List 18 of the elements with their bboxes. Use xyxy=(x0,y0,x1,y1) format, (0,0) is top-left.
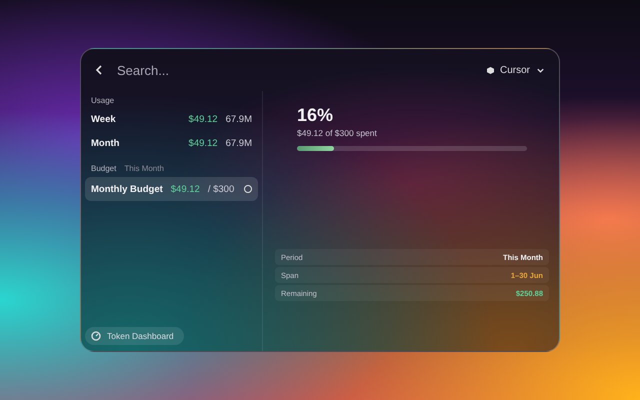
usage-tokens: 67.9M xyxy=(226,138,252,148)
usage-label: Week xyxy=(91,114,117,124)
usage-label: Month xyxy=(91,138,120,148)
usage-tokens: 67.9M xyxy=(226,114,252,124)
spent-caption: $49.12 of $300 spent xyxy=(297,128,378,138)
percent-text: 16% xyxy=(297,105,334,126)
section-heading: Usage xyxy=(91,96,114,104)
budget-item[interactable]: Monthly Budget $49.12 / $300 xyxy=(85,177,258,201)
usage-cost: $49.12 xyxy=(188,114,218,124)
budget-label: Monthly Budget xyxy=(91,184,163,194)
period-label: This Month xyxy=(124,164,164,172)
dashboard-chip[interactable]: Token Dashboard xyxy=(85,327,184,345)
section-heading: Budget xyxy=(91,164,116,172)
search-field[interactable]: Search... xyxy=(115,62,477,78)
usage-cost: $49.12 xyxy=(188,138,218,148)
account-dropdown[interactable]: Cursor xyxy=(486,64,545,76)
budget-spent: $49.12 xyxy=(170,184,200,194)
budget-limit: / $300 xyxy=(208,184,234,194)
